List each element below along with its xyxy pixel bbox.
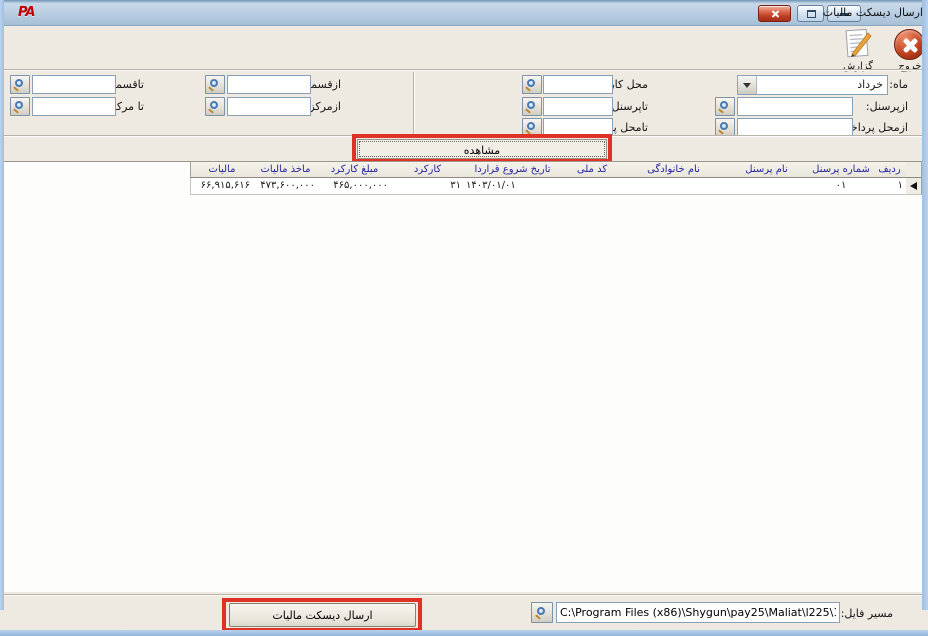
to-section-search-button[interactable] (10, 75, 30, 94)
search-icon (210, 101, 218, 109)
report-button-label: گزارش (836, 61, 880, 72)
window-border-right (922, 0, 928, 610)
maximize-button[interactable] (797, 5, 824, 22)
to-cost-center-search-button[interactable] (10, 97, 30, 116)
window-title: ارسال دیسکت مالیات (823, 6, 923, 19)
search-icon (527, 101, 535, 109)
from-cost-center-input[interactable] (227, 97, 311, 116)
search-icon (15, 79, 23, 87)
workplace-input[interactable] (543, 75, 613, 94)
grid-header-last-name: نام خانوادگی (622, 162, 724, 178)
search-icon (720, 101, 728, 109)
month-select[interactable]: خرداد (737, 75, 888, 95)
window-border-bottom (0, 630, 928, 636)
search-icon (537, 607, 545, 615)
to-personnel-label: تاپرسنل: (608, 100, 648, 113)
close-icon (770, 9, 781, 20)
from-personnel-search-button[interactable] (715, 97, 735, 116)
window-border-left (0, 0, 4, 610)
chevron-down-icon[interactable] (738, 76, 757, 94)
toolbar-separator (4, 69, 922, 70)
file-path-input[interactable] (556, 602, 840, 623)
grid-header-tax: مالیات (190, 162, 253, 178)
current-row-arrow-icon (910, 182, 917, 190)
month-select-value: خرداد (857, 78, 883, 91)
grid-header-work-amount: مبلغ کارکرد (317, 162, 391, 178)
grid-header-row-number: ردیف (872, 162, 906, 178)
grid-cell-worked-days[interactable]: ۳۱ (390, 178, 464, 195)
grid-cell-contract-start-date[interactable]: ۱۴۰۳/۰۱/۰۱ (463, 178, 561, 195)
grid-header-contract-start-date: تاریخ شروع قراردا (463, 162, 561, 178)
maximize-icon (807, 10, 816, 18)
search-icon (15, 101, 23, 109)
grid-header-personnel-number: شماره پرسنل (808, 162, 873, 178)
to-section-input[interactable] (32, 75, 116, 94)
grid-cell-row-number[interactable]: ۱ (872, 178, 906, 195)
grid-row-selector[interactable] (905, 178, 922, 195)
workplace-search-button[interactable] (522, 75, 542, 94)
month-label: ماه: (889, 78, 908, 91)
view-button[interactable]: مشاهده (357, 139, 607, 159)
grid-header-national-code: کد ملی (560, 162, 623, 178)
from-personnel-input[interactable] (737, 97, 853, 116)
close-button[interactable] (758, 5, 791, 22)
search-icon (720, 122, 728, 130)
filter-bottom-separator (4, 135, 922, 136)
report-document-pencil-icon (842, 27, 874, 60)
file-path-label: مسیر فایل: (841, 607, 893, 620)
app-logo: PA (18, 5, 34, 20)
report-button[interactable] (842, 27, 874, 60)
exit-button[interactable] (894, 29, 925, 60)
grid-cell-last-name[interactable] (622, 178, 724, 195)
filter-group-divider (413, 72, 414, 134)
from-personnel-label: ازپرسنل: (866, 100, 908, 113)
grid-header-first-name: نام پرسنل (723, 162, 809, 178)
grid-cell-national-code[interactable] (560, 178, 623, 195)
grid-cell-first-name[interactable] (723, 178, 809, 195)
grid-header-worked-days: کارکرد (390, 162, 464, 178)
file-path-browse-button[interactable] (531, 602, 553, 623)
grid-cell-tax[interactable]: ۶۶,۹۱۵,۶۱۶ (190, 178, 253, 195)
to-cost-center-input[interactable] (32, 97, 116, 116)
send-tax-diskette-button[interactable]: ارسال دیسکت مالیات (229, 603, 416, 627)
titlebar: PA ارسال دیسکت مالیات (0, 0, 928, 26)
grid-cell-work-amount[interactable]: ۴۶۵,۰۰۰,۰۰۰ (317, 178, 391, 195)
from-cost-center-search-button[interactable] (205, 97, 225, 116)
from-section-input[interactable] (227, 75, 311, 94)
search-icon (527, 79, 535, 87)
grid-cell-tax-base[interactable]: ۴۷۳,۶۰۰,۰۰۰ (252, 178, 318, 195)
results-grid[interactable]: ردیف شماره پرسنل نام پرسنل نام خانوادگی … (4, 161, 922, 592)
grid-cell-personnel-number[interactable]: ۰۱ (808, 178, 873, 195)
to-personnel-input[interactable] (543, 97, 613, 116)
app-window: PA ارسال دیسکت مالیات خروج گزارش ماه: خر… (0, 0, 928, 636)
exit-x-icon (902, 37, 919, 54)
to-personnel-search-button[interactable] (522, 97, 542, 116)
from-section-search-button[interactable] (205, 75, 225, 94)
search-icon (210, 79, 218, 87)
grid-header-tax-base: ماخذ مالیات (252, 162, 318, 178)
search-icon (527, 122, 535, 130)
grid-header-selector (905, 162, 922, 178)
